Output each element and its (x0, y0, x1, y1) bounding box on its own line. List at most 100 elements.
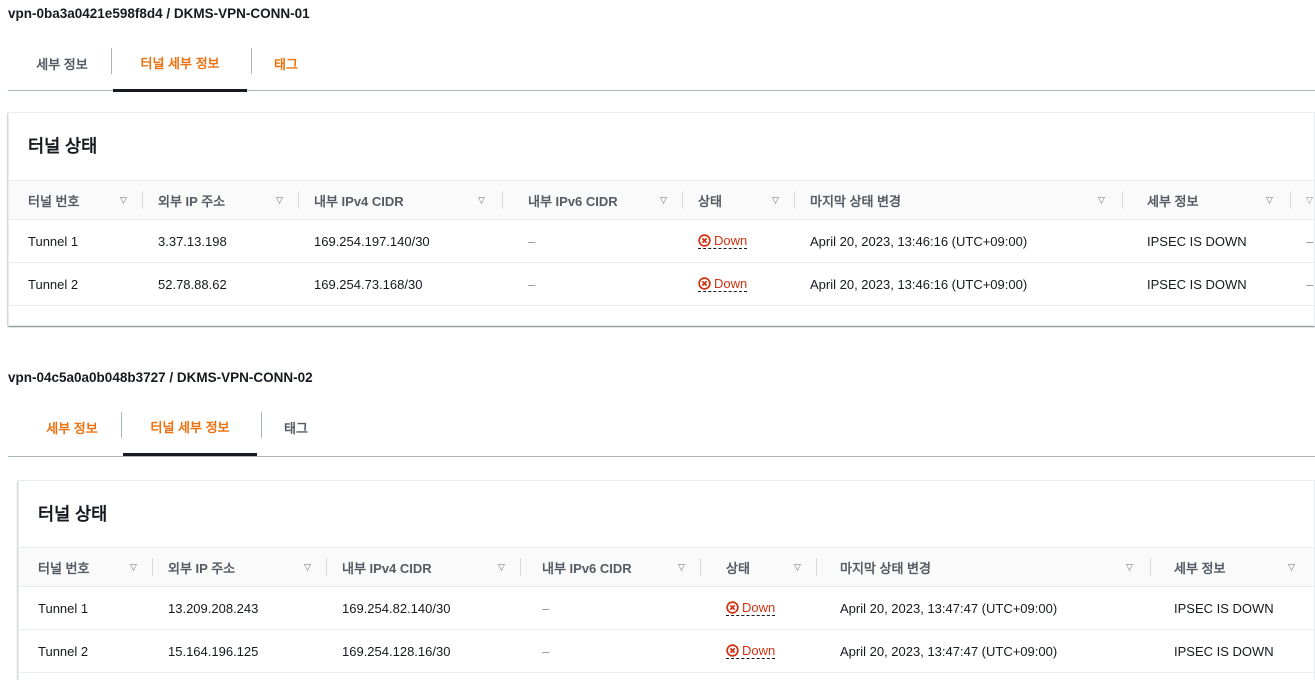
cell-inside-ipv6: – (542, 600, 550, 616)
col-last-status-change[interactable]: 마지막 상태 변경 (840, 548, 931, 586)
col-status[interactable]: 상태 (726, 548, 750, 586)
cell-last-change: April 20, 2023, 13:46:16 (UTC+09:00) (810, 276, 1028, 292)
col-last-status-change[interactable]: 마지막 상태 변경 (810, 181, 901, 219)
table-header: 터널 번호 ▽ 외부 IP 주소 ▽ 내부 IPv4 CIDR ▽ 내부 IPv… (19, 547, 1314, 587)
column-divider (152, 558, 153, 576)
cell-status: Down (726, 587, 776, 629)
panel-title: 터널 상태 (28, 136, 98, 156)
sort-down-icon[interactable]: ▽ (794, 548, 801, 586)
column-divider (1150, 558, 1151, 576)
status-label: Down (714, 276, 748, 291)
tab-tags[interactable]: 태그 (265, 400, 327, 454)
tab-bar: 세부 정보 터널 세부 정보 태그 (8, 400, 1315, 457)
tunnel-status-panel: 터널 상태 터널 번호 ▽ 외부 IP 주소 ▽ 내부 IPv4 CIDR ▽ … (18, 480, 1315, 680)
cell-status: Down (698, 263, 748, 305)
sort-down-icon[interactable]: ▽ (1126, 548, 1133, 586)
status-error-x-icon (698, 234, 711, 247)
cell-inside-ipv4: 169.254.73.168/30 (314, 276, 423, 292)
tab-divider (111, 48, 112, 74)
col-inside-ipv4[interactable]: 내부 IPv4 CIDR (314, 181, 404, 219)
sort-down-icon[interactable]: ▽ (1306, 181, 1313, 219)
cell-inside-ipv4: 169.254.128.16/30 (342, 643, 451, 659)
tab-divider (251, 48, 252, 74)
tab-details[interactable]: 세부 정보 (26, 400, 118, 454)
cell-details: IPSEC IS DOWN (1147, 233, 1247, 249)
cell-tunnel: Tunnel 1 (28, 233, 79, 249)
cell-tunnel: Tunnel 2 (38, 643, 89, 659)
status-down[interactable]: Down (698, 233, 748, 249)
column-divider (700, 558, 701, 576)
tab-bar: 세부 정보 터널 세부 정보 태그 (8, 36, 1315, 92)
column-divider (682, 191, 683, 209)
col-details[interactable]: 세부 정보 (1174, 548, 1225, 586)
sort-down-icon[interactable]: ▽ (772, 181, 779, 219)
cell-inside-ipv6: – (528, 233, 536, 249)
cell-status: Down (698, 220, 748, 262)
cell-extra: – (1306, 233, 1314, 249)
cell-outside-ip: 15.164.196.125 (168, 643, 259, 659)
sort-down-icon[interactable]: ▽ (660, 181, 667, 219)
col-tunnel-number[interactable]: 터널 번호 (38, 548, 89, 586)
tab-tunnel-details[interactable]: 터널 세부 정보 (113, 36, 247, 92)
column-divider (142, 191, 143, 209)
cell-inside-ipv6: – (528, 276, 536, 292)
tab-tags[interactable]: 태그 (255, 36, 317, 90)
tab-details[interactable]: 세부 정보 (16, 36, 108, 90)
table-row: Tunnel 1 13.209.208.243 169.254.82.140/3… (19, 587, 1314, 630)
column-divider (298, 191, 299, 209)
column-divider (794, 191, 795, 209)
cell-last-change: April 20, 2023, 13:47:47 (UTC+09:00) (840, 600, 1058, 616)
cell-details: IPSEC IS DOWN (1147, 276, 1247, 292)
tab-divider (121, 412, 122, 438)
table-row: Tunnel 2 15.164.196.125 169.254.128.16/3… (19, 630, 1314, 673)
vpn-connection-2: vpn-04c5a0a0b048b3727 / DKMS-VPN-CONN-02… (0, 362, 1315, 680)
panel-title: 터널 상태 (38, 504, 108, 524)
column-divider (1290, 191, 1291, 209)
col-inside-ipv4[interactable]: 내부 IPv4 CIDR (342, 548, 432, 586)
cell-details: IPSEC IS DOWN (1174, 643, 1274, 659)
sort-down-icon[interactable]: ▽ (1288, 548, 1295, 586)
col-outside-ip[interactable]: 외부 IP 주소 (168, 548, 235, 586)
sort-down-icon[interactable]: ▽ (304, 548, 311, 586)
cell-outside-ip: 3.37.13.198 (158, 233, 227, 249)
status-down[interactable]: Down (726, 600, 776, 616)
column-divider (520, 558, 521, 576)
status-error-x-icon (726, 601, 739, 614)
cell-tunnel: Tunnel 2 (28, 276, 79, 292)
sort-down-icon[interactable]: ▽ (120, 181, 127, 219)
status-down[interactable]: Down (698, 276, 748, 292)
column-divider (1122, 191, 1123, 209)
col-status[interactable]: 상태 (698, 181, 722, 219)
cell-inside-ipv4: 169.254.82.140/30 (342, 600, 451, 616)
col-inside-ipv6[interactable]: 내부 IPv6 CIDR (542, 548, 632, 586)
status-down[interactable]: Down (726, 643, 776, 659)
table-row: Tunnel 2 52.78.88.62 169.254.73.168/30 –… (9, 263, 1314, 306)
table-row: Tunnel 1 3.37.13.198 169.254.197.140/30 … (9, 220, 1314, 263)
sort-down-icon[interactable]: ▽ (678, 548, 685, 586)
status-label: Down (714, 233, 748, 248)
status-label: Down (742, 600, 776, 615)
col-inside-ipv6[interactable]: 내부 IPv6 CIDR (528, 181, 618, 219)
sort-down-icon[interactable]: ▽ (478, 181, 485, 219)
status-label: Down (742, 643, 776, 658)
cell-status: Down (726, 630, 776, 672)
vpn-connection-1: vpn-0ba3a0421e598f8d4 / DKMS-VPN-CONN-01… (0, 0, 1315, 330)
col-details[interactable]: 세부 정보 (1147, 181, 1198, 219)
sort-down-icon[interactable]: ▽ (1266, 181, 1273, 219)
column-divider (326, 558, 327, 576)
tab-tunnel-details[interactable]: 터널 세부 정보 (123, 400, 257, 456)
connection-title: vpn-04c5a0a0b048b3727 / DKMS-VPN-CONN-02 (8, 370, 313, 385)
cell-outside-ip: 13.209.208.243 (168, 600, 259, 616)
col-outside-ip[interactable]: 외부 IP 주소 (158, 181, 225, 219)
cell-last-change: April 20, 2023, 13:46:16 (UTC+09:00) (810, 233, 1028, 249)
status-error-x-icon (726, 644, 739, 657)
column-divider (816, 558, 817, 576)
tab-divider (261, 412, 262, 438)
sort-down-icon[interactable]: ▽ (276, 181, 283, 219)
sort-down-icon[interactable]: ▽ (1098, 181, 1105, 219)
cell-outside-ip: 52.78.88.62 (158, 276, 227, 292)
sort-down-icon[interactable]: ▽ (498, 548, 505, 586)
sort-down-icon[interactable]: ▽ (130, 548, 137, 586)
status-error-x-icon (698, 277, 711, 290)
col-tunnel-number[interactable]: 터널 번호 (28, 181, 79, 219)
